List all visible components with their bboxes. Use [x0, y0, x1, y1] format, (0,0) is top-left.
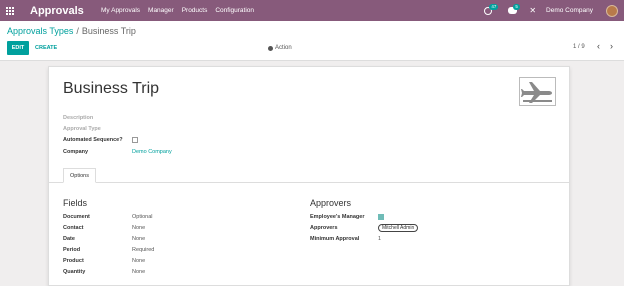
menu-my-approvals[interactable]: My Approvals	[101, 7, 140, 14]
approver-tag[interactable]: Mitchell Admin	[378, 224, 419, 232]
user-avatar[interactable]	[606, 4, 618, 17]
airplane-icon	[521, 79, 554, 104]
breadcrumb: Approvals Types / Business Trip	[7, 26, 136, 36]
employees-manager-label: Employee's Manager	[310, 214, 365, 220]
form-sheet: Business Trip Description Approval Type …	[48, 66, 570, 286]
breadcrumb-separator: /	[76, 26, 79, 36]
menu-products[interactable]: Products	[182, 7, 208, 14]
messages-badge: 5	[513, 4, 520, 10]
breadcrumb-parent[interactable]: Approvals Types	[7, 26, 73, 36]
record-title: Business Trip	[63, 80, 160, 97]
field-contact-label: Contact	[63, 225, 84, 231]
gear-icon	[268, 45, 273, 51]
field-date-label: Date	[63, 236, 75, 242]
field-document-label: Document	[63, 214, 90, 220]
automated-sequence-checkbox[interactable]	[132, 137, 138, 143]
field-product-label: Product	[63, 258, 84, 264]
field-date-value[interactable]: None	[132, 236, 145, 242]
action-dropdown[interactable]: Action	[268, 45, 292, 51]
activity-badge: 47	[489, 3, 499, 10]
messaging-button[interactable]: 5	[508, 4, 520, 14]
description-label: Description	[63, 115, 94, 121]
pager-next-icon[interactable]: ›	[610, 42, 613, 51]
activity-button[interactable]: 47	[484, 3, 499, 15]
tab-options[interactable]: Options	[63, 168, 96, 183]
systray: 47 5 ✕ Demo Company	[484, 0, 624, 21]
field-product-value[interactable]: None	[132, 258, 145, 264]
field-period-value[interactable]: Required	[132, 247, 154, 253]
minimum-approval-label: Minimum Approval	[310, 236, 360, 242]
approvers-section-title: Approvers	[310, 198, 352, 208]
app-brand[interactable]: Approvals	[30, 5, 100, 17]
pager-value[interactable]: 1 / 9	[573, 44, 585, 50]
apps-menu-icon[interactable]	[0, 0, 20, 21]
notebook-tabs	[49, 182, 569, 183]
approval-type-label: Approval Type	[63, 126, 101, 132]
field-quantity-label: Quantity	[63, 269, 86, 275]
field-contact-value[interactable]: None	[132, 225, 145, 231]
field-quantity-value[interactable]: None	[132, 269, 145, 275]
fields-section-title: Fields	[63, 198, 88, 208]
field-document-value[interactable]: Optional	[132, 214, 153, 220]
field-period-label: Period	[63, 247, 81, 253]
pager-previous-icon[interactable]: ‹	[597, 42, 600, 51]
menu-manager[interactable]: Manager	[148, 7, 174, 14]
company-value[interactable]: Demo Company	[132, 149, 172, 155]
company-switcher[interactable]: Demo Company	[546, 7, 593, 14]
main-menu: My Approvals Manager Products Configurat…	[101, 7, 254, 14]
debug-tools-icon[interactable]: ✕	[529, 6, 536, 15]
create-button[interactable]: CREATE	[35, 45, 57, 51]
employees-manager-checkbox[interactable]	[378, 214, 384, 220]
breadcrumb-current: Business Trip	[81, 26, 136, 36]
approvers-label: Approvers	[310, 225, 338, 231]
control-panel: Approvals Types / Business Trip EDIT CREAT…	[0, 21, 624, 61]
menu-configuration[interactable]: Configuration	[215, 7, 254, 14]
airplane-image[interactable]	[519, 77, 556, 106]
top-navbar: Approvals My Approvals Manager Products …	[0, 0, 624, 21]
edit-button[interactable]: EDIT	[7, 41, 29, 55]
automated-sequence-label: Automated Sequence?	[63, 137, 123, 143]
minimum-approval-value[interactable]: 1	[378, 236, 381, 242]
action-label: Action	[275, 45, 292, 51]
company-label: Company	[63, 149, 89, 155]
